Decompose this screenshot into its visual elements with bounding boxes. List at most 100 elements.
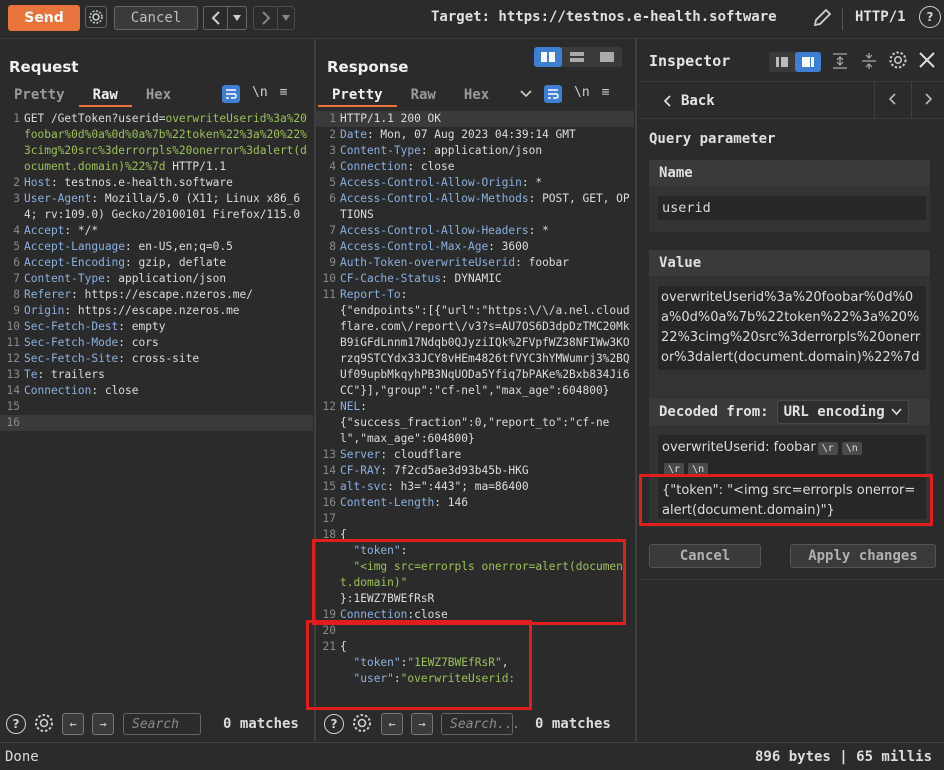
inspector-list-icon[interactable]: [769, 52, 795, 72]
request-line[interactable]: 15: [0, 399, 313, 415]
request-line[interactable]: 6 Accept-Encoding: gzip, deflate: [0, 255, 313, 271]
request-line[interactable]: 13 Te: trailers: [0, 367, 313, 383]
request-line[interactable]: 12 Sec-Fetch-Site: cross-site: [0, 351, 313, 367]
line-content: Sec-Fetch-Mode: cors: [24, 335, 313, 351]
layout-tabs-icon[interactable]: [592, 47, 622, 67]
request-line[interactable]: 3 User-Agent: Mozilla/5.0 (X11; Linux x86…: [0, 191, 313, 223]
settings-gear-icon[interactable]: [85, 6, 107, 28]
name-value-field[interactable]: userid: [658, 196, 926, 220]
request-line[interactable]: 10 Sec-Fetch-Dest: empty: [0, 319, 313, 335]
help-icon[interactable]: ?: [919, 6, 941, 28]
collapse-icon[interactable]: [862, 52, 876, 73]
request-line[interactable]: 4 Accept: */*: [0, 223, 313, 239]
history-forward-group[interactable]: [253, 6, 295, 30]
response-line[interactable]: 12 NEL: {"success_fraction":0,"report_to"…: [316, 399, 634, 447]
response-line[interactable]: 7 Access-Control-Allow-Headers: *: [316, 223, 634, 239]
header-name: Report-To: [340, 288, 401, 301]
inspector-panel-icon[interactable]: [795, 52, 821, 72]
chevron-left-icon[interactable]: [204, 7, 229, 29]
response-line[interactable]: 8 Access-Control-Max-Age: 3600: [316, 239, 634, 255]
response-line[interactable]: 6 Access-Control-Allow-Methods: POST, GET…: [316, 191, 634, 223]
hamburger-menu-icon[interactable]: ≡: [602, 85, 610, 107]
show-newlines-icon[interactable]: \n: [252, 85, 268, 103]
arrow-left-icon[interactable]: ←: [62, 713, 84, 735]
tab-request-hex[interactable]: Hex: [132, 85, 185, 107]
request-line[interactable]: 9 Origin: https://escape.nzeros.me: [0, 303, 313, 319]
response-line[interactable]: 11 Report-To: {"endpoints":[{"url":"https…: [316, 287, 634, 399]
chevron-down-icon[interactable]: [520, 85, 532, 107]
send-button[interactable]: Send: [8, 5, 80, 31]
line-content: Access-Control-Allow-Methods: POST, GET,…: [340, 191, 634, 223]
tab-request-pretty[interactable]: Pretty: [0, 85, 79, 107]
tab-response-raw[interactable]: Raw: [397, 85, 450, 107]
hamburger-menu-icon[interactable]: ≡: [280, 85, 288, 103]
response-line[interactable]: 4 Connection: close: [316, 159, 634, 175]
tab-response-hex[interactable]: Hex: [450, 85, 503, 107]
response-line[interactable]: 13 Server: cloudflare: [316, 447, 634, 463]
edit-pencil-icon[interactable]: [811, 7, 833, 32]
request-line[interactable]: 14 Connection: close: [0, 383, 313, 399]
request-search-input[interactable]: Search: [123, 713, 201, 735]
expand-icon[interactable]: [833, 52, 847, 73]
request-line[interactable]: 1 GET /GetToken?userid=overwriteUserid%3a…: [0, 111, 313, 175]
inspector-settings-gear-icon[interactable]: [888, 50, 908, 73]
response-line[interactable]: 10 CF-Cache-Status: DYNAMIC: [316, 271, 634, 287]
line-number: 12: [322, 400, 336, 413]
line-number: 6: [13, 256, 20, 269]
layout-vertical-icon[interactable]: [562, 47, 592, 67]
wrap-lines-icon[interactable]: [222, 85, 240, 103]
response-line[interactable]: 3 Content-Type: application/json: [316, 143, 634, 159]
show-newlines-icon[interactable]: \n: [574, 85, 590, 107]
inspector-layout-toggle: [769, 52, 821, 72]
text-segment: : 7f2cd5ae3d93b45b-HKG: [380, 464, 529, 477]
arrow-right-icon[interactable]: →: [411, 713, 433, 735]
apply-changes-button[interactable]: Apply changes: [790, 544, 936, 568]
response-line[interactable]: 17: [316, 511, 634, 527]
response-line[interactable]: 1 HTTP/1.1 200 OK: [316, 111, 634, 127]
chevron-right-icon[interactable]: [925, 93, 933, 108]
response-line[interactable]: 14 CF-RAY: 7f2cd5ae3d93b45b-HKG: [316, 463, 634, 479]
back-button[interactable]: Back: [663, 93, 715, 109]
response-line[interactable]: 9 Auth-Token-overwriteUserid: foobar: [316, 255, 634, 271]
response-line[interactable]: 15 alt-svc: h3=":443"; ma=86400: [316, 479, 634, 495]
response-line[interactable]: 2 Date: Mon, 07 Aug 2023 04:39:14 GMT: [316, 127, 634, 143]
line-content: CF-RAY: 7f2cd5ae3d93b45b-HKG: [340, 463, 634, 479]
arrow-left-icon[interactable]: ←: [381, 713, 403, 735]
decoding-select[interactable]: URL encoding: [776, 400, 909, 424]
request-line[interactable]: 2 Host: testnos.e-health.software: [0, 175, 313, 191]
response-search-input[interactable]: Search...: [441, 713, 520, 735]
request-line[interactable]: 8 Referer: https://escape.nzeros.me/: [0, 287, 313, 303]
cancel-request-button[interactable]: Cancel: [114, 6, 198, 30]
response-line[interactable]: 16 Content-Length: 146: [316, 495, 634, 511]
chevron-right-icon[interactable]: [254, 7, 279, 29]
arrow-right-icon[interactable]: →: [92, 713, 114, 735]
help-icon[interactable]: ?: [324, 714, 344, 734]
header-name: Accept: [24, 224, 65, 237]
toolbar: Send Cancel Target: https://testnos.e-he…: [0, 0, 944, 39]
tab-response-pretty[interactable]: Pretty: [318, 85, 397, 107]
response-line[interactable]: 5 Access-Control-Allow-Origin: *: [316, 175, 634, 191]
tab-request-raw[interactable]: Raw: [78, 85, 132, 107]
wrap-lines-icon[interactable]: [544, 85, 562, 103]
line-number: 1: [329, 112, 336, 125]
close-icon[interactable]: [918, 51, 936, 72]
help-icon[interactable]: ?: [6, 714, 26, 734]
request-line[interactable]: 7 Content-Type: application/json: [0, 271, 313, 287]
request-line[interactable]: 11 Sec-Fetch-Mode: cors: [0, 335, 313, 351]
text-segment: : close: [91, 384, 139, 397]
http-version-label[interactable]: HTTP/1: [855, 9, 906, 25]
text-segment: : h3=":443"; ma=86400: [387, 480, 529, 493]
request-editor[interactable]: 1 GET /GetToken?userid=overwriteUserid%3a…: [0, 111, 313, 705]
value-text-field[interactable]: overwriteUserid%3a%20foobar%0d%0a%0d%0a%…: [658, 286, 926, 370]
request-line[interactable]: 5 Accept-Language: en-US,en;q=0.5: [0, 239, 313, 255]
inspector-cancel-button[interactable]: Cancel: [649, 544, 761, 568]
request-line[interactable]: 16: [0, 415, 313, 431]
history-back-group[interactable]: [203, 6, 247, 30]
chevron-left-icon[interactable]: [888, 93, 896, 108]
panel-divider[interactable]: [635, 39, 637, 741]
search-settings-gear-icon[interactable]: [33, 712, 55, 737]
history-forward-dropdown-icon[interactable]: [278, 7, 294, 29]
search-settings-gear-icon[interactable]: [351, 712, 373, 737]
layout-side-by-side-icon[interactable]: [534, 47, 562, 67]
history-back-dropdown-icon[interactable]: [228, 7, 246, 29]
